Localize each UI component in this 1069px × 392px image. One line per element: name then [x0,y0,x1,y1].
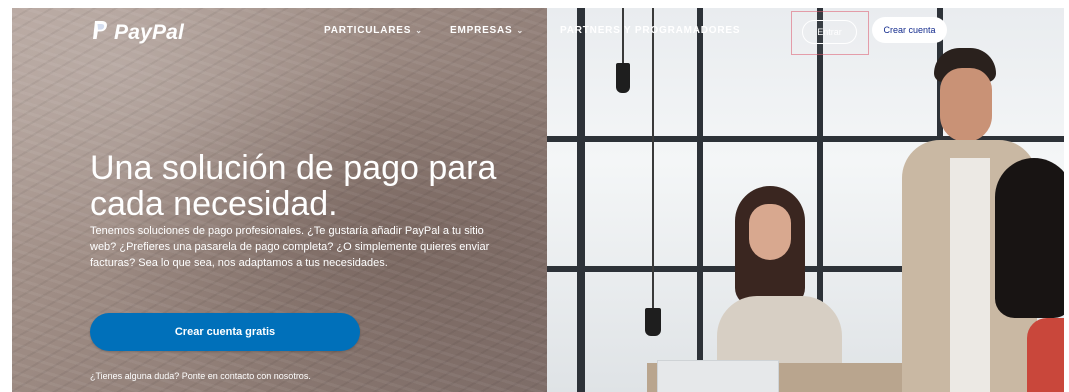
hero-section: PayPal PARTICULARES ⌄ EMPRESAS ⌄ PARTNER… [12,8,1064,392]
login-button[interactable]: Entrar [802,20,857,44]
signup-button[interactable]: Crear cuenta [872,17,947,43]
hero-title-line-2: cada necesidad. [90,185,338,223]
hero-title-line-1: Una solución de pago para [90,149,497,187]
hero-background-photo [547,8,1064,392]
hero-description: Tenemos soluciones de pago profesionales… [90,225,490,269]
brand-name: PayPal [114,20,185,44]
nav-item-partners[interactable]: PARTNERS Y PROGRAMADORES [560,25,740,36]
top-navigation: PayPal PARTICULARES ⌄ EMPRESAS ⌄ PARTNER… [12,8,1064,56]
contact-help-link[interactable]: ¿Tienes alguna duda? Ponte en contacto c… [90,371,311,381]
paypal-logo-icon [92,20,108,45]
chevron-down-icon: ⌄ [415,26,423,35]
nav-item-particulares[interactable]: PARTICULARES ⌄ [324,25,423,36]
nav-item-empresas[interactable]: EMPRESAS ⌄ [450,25,524,36]
person-back [987,158,1064,392]
paypal-logo[interactable]: PayPal [92,20,184,45]
hero-title: Una solución de pago para cada necesidad… [90,150,530,222]
page: PayPal PARTICULARES ⌄ EMPRESAS ⌄ PARTNER… [0,0,1069,392]
create-free-account-button[interactable]: Crear cuenta gratis [90,313,360,351]
laptop [657,360,779,392]
chevron-down-icon: ⌄ [516,26,525,35]
